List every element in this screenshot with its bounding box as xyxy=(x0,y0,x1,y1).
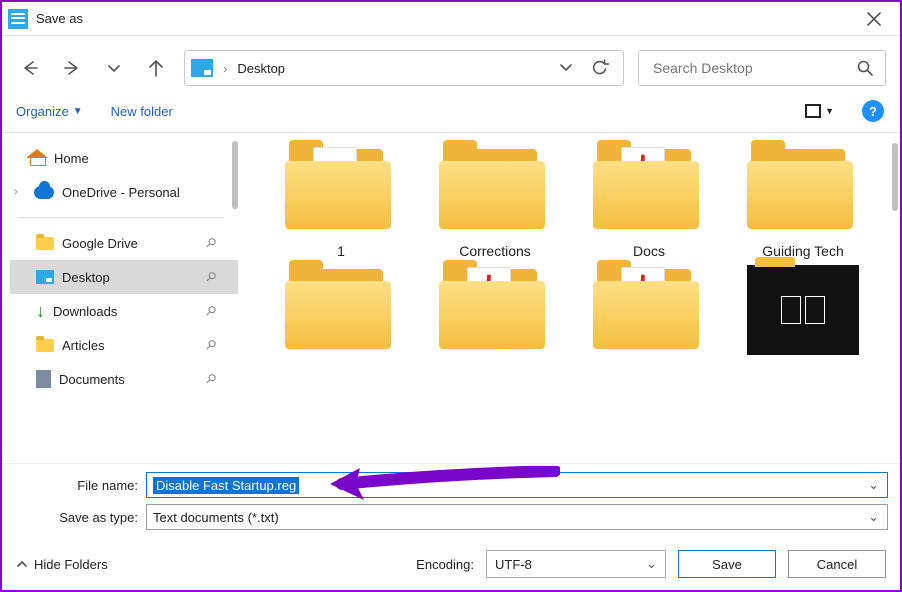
grid-item[interactable] xyxy=(728,265,878,363)
encoding-label: Encoding: xyxy=(416,557,474,572)
dialog-body: Home › OneDrive - Personal Google Drive … xyxy=(2,133,900,463)
forward-button[interactable] xyxy=(58,54,86,82)
desktop-icon xyxy=(36,270,54,284)
download-icon: ↓ xyxy=(36,304,45,318)
item-label: 1 xyxy=(337,243,345,259)
help-button[interactable]: ? xyxy=(862,100,884,122)
tree-item-documents[interactable]: Documents ⚲ xyxy=(10,362,238,396)
breadcrumb-location[interactable]: Desktop xyxy=(237,61,285,76)
view-icon xyxy=(805,104,821,118)
item-label: Corrections xyxy=(459,243,531,259)
file-name-label: File name: xyxy=(14,478,146,493)
tree-label: Downloads xyxy=(53,304,117,319)
recent-dropdown[interactable] xyxy=(100,54,128,82)
chevron-down-icon[interactable]: ⌄ xyxy=(646,556,657,572)
item-label: Docs xyxy=(633,243,665,259)
cancel-button[interactable]: Cancel xyxy=(788,550,886,578)
grid-item[interactable]: Guiding Tech xyxy=(728,145,878,259)
chevron-right-icon[interactable]: › xyxy=(14,186,26,198)
tree-label: Documents xyxy=(59,372,125,387)
grid-item[interactable]: 人 xyxy=(420,265,570,363)
grid-item[interactable]: 1 xyxy=(266,145,416,259)
grid-item[interactable] xyxy=(266,265,416,363)
pin-icon: ⚲ xyxy=(202,302,220,320)
view-mode-button[interactable]: ▼ xyxy=(805,104,834,118)
save-type-label: Save as type: xyxy=(14,510,146,525)
dialog-footer: Hide Folders Encoding: UTF-8 ⌄ Save Canc… xyxy=(2,540,900,590)
app-icon xyxy=(8,9,28,29)
toolbar: Organize ▼ New folder ▼ ? xyxy=(2,96,900,133)
grid-item[interactable]: Corrections xyxy=(420,145,570,259)
arrow-up-icon xyxy=(146,58,166,78)
chevron-down-icon: ▼ xyxy=(73,106,83,117)
save-as-dialog: Save as › Desktop xyxy=(0,0,902,592)
organize-label: Organize xyxy=(16,104,69,119)
pin-icon: ⚲ xyxy=(202,336,220,354)
grid-item[interactable]: 人 xyxy=(574,265,724,363)
chevron-down-icon xyxy=(107,61,121,75)
tree-item-articles[interactable]: Articles ⚲ xyxy=(10,328,238,362)
encoding-select[interactable]: UTF-8 ⌄ xyxy=(486,550,666,578)
hide-folders-toggle[interactable]: Hide Folders xyxy=(16,557,108,572)
cloud-icon xyxy=(34,186,54,199)
address-bar[interactable]: › Desktop xyxy=(184,50,624,86)
tree-home[interactable]: Home xyxy=(10,141,238,175)
close-button[interactable] xyxy=(852,4,896,34)
tree-label: OneDrive - Personal xyxy=(62,185,180,200)
tree-onedrive[interactable]: › OneDrive - Personal xyxy=(10,175,238,209)
chevron-down-icon[interactable]: ⌄ xyxy=(868,509,879,525)
save-button[interactable]: Save xyxy=(678,550,776,578)
close-icon xyxy=(867,12,881,26)
desktop-icon xyxy=(191,59,213,77)
breadcrumb-separator-icon: › xyxy=(223,61,227,76)
tree-item-google-drive[interactable]: Google Drive ⚲ xyxy=(10,226,238,260)
encoding-value: UTF-8 xyxy=(495,557,532,572)
tree-item-desktop[interactable]: Desktop ⚲ xyxy=(10,260,238,294)
search-input[interactable] xyxy=(651,59,857,77)
folder-icon xyxy=(36,339,54,352)
save-type-value: Text documents (*.txt) xyxy=(153,510,279,525)
tree-label: Articles xyxy=(62,338,105,353)
chevron-down-icon[interactable]: ⌄ xyxy=(868,477,879,493)
arrow-left-icon xyxy=(20,58,40,78)
back-button[interactable] xyxy=(16,54,44,82)
hide-folders-label: Hide Folders xyxy=(34,557,108,572)
document-icon xyxy=(36,370,51,388)
pin-icon: ⚲ xyxy=(202,370,220,388)
organize-menu[interactable]: Organize ▼ xyxy=(16,104,83,119)
refresh-icon xyxy=(591,59,609,77)
tree-label: Desktop xyxy=(62,270,110,285)
thumbnail-icon xyxy=(747,265,859,355)
pin-icon: ⚲ xyxy=(202,234,220,252)
window-title: Save as xyxy=(36,11,852,26)
folder-icon xyxy=(36,237,54,250)
up-button[interactable] xyxy=(142,54,170,82)
new-folder-button[interactable]: New folder xyxy=(111,104,173,119)
divider xyxy=(18,217,224,218)
refresh-button[interactable] xyxy=(583,59,617,77)
pin-icon: ⚲ xyxy=(202,268,220,286)
tree-label: Google Drive xyxy=(62,236,138,251)
grid-item[interactable]: 人 Docs xyxy=(574,145,724,259)
chevron-down-icon: ▼ xyxy=(825,106,834,116)
nav-row: › Desktop xyxy=(2,36,900,96)
tree-item-downloads[interactable]: ↓ Downloads ⚲ xyxy=(10,294,238,328)
arrow-right-icon xyxy=(62,58,82,78)
nav-sidebar: Home › OneDrive - Personal Google Drive … xyxy=(2,133,238,463)
search-icon xyxy=(857,60,873,76)
search-box[interactable] xyxy=(638,50,886,86)
tree-label: Home xyxy=(54,151,89,166)
save-form: File name: Disable Fast Startup.reg ⌄ Sa… xyxy=(2,463,900,540)
title-bar: Save as xyxy=(2,2,900,36)
address-dropdown[interactable] xyxy=(559,60,573,77)
chevron-up-icon xyxy=(16,558,28,570)
file-name-field[interactable]: Disable Fast Startup.reg ⌄ xyxy=(146,472,888,498)
scrollbar[interactable] xyxy=(892,143,898,211)
file-name-value: Disable Fast Startup.reg xyxy=(153,477,299,494)
save-type-field[interactable]: Text documents (*.txt) ⌄ xyxy=(146,504,888,530)
home-icon xyxy=(28,150,46,166)
file-grid: 1 Corrections 人 Docs Guiding Tech xyxy=(238,133,900,463)
chevron-down-icon xyxy=(559,60,573,74)
